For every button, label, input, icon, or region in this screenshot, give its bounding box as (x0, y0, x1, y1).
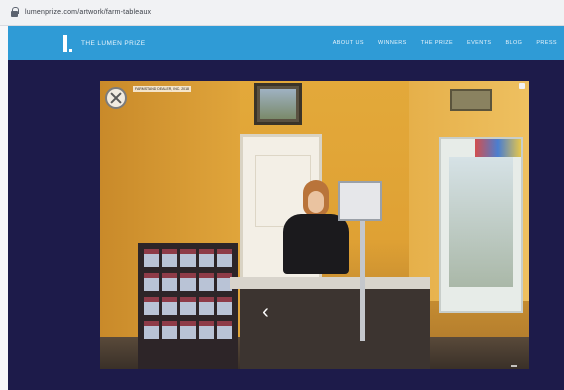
scene-counter-top (230, 277, 430, 289)
navigate-back-arrow-icon[interactable]: ‹ (249, 302, 282, 322)
scene-framed-picture (254, 83, 302, 125)
compass-icon[interactable] (105, 87, 127, 109)
main-menu: ABOUT US WINNERS THE PRIZE EVENTS BLOG P… (326, 40, 564, 46)
fullscreen-icon[interactable] (519, 83, 525, 89)
nav-item-press[interactable]: PRESS (529, 40, 564, 46)
scene-stand-pole (360, 221, 365, 341)
panorama-viewer[interactable]: FARMSTAND DEALER, INC. 2018 ‹ (100, 81, 529, 369)
nav-item-the-prize[interactable]: THE PRIZE (414, 40, 460, 46)
panorama-label: FARMSTAND DEALER, INC. 2018 (133, 86, 192, 92)
scene-person-face (308, 191, 324, 213)
scene-counter (240, 281, 430, 369)
browser-address-bar[interactable]: lumenprize.com/artwork/farm-tableaux (0, 0, 564, 26)
site-header: THE LUMEN PRIZE ABOUT US WINNERS THE PRI… (8, 26, 564, 60)
nav-item-about[interactable]: ABOUT US (326, 40, 371, 46)
url-text[interactable]: lumenprize.com/artwork/farm-tableaux (25, 9, 151, 16)
viewer-watermark (511, 365, 517, 367)
site-brand[interactable]: THE LUMEN PRIZE (81, 40, 146, 47)
lock-icon (10, 7, 19, 18)
scene-tablet-screen (338, 181, 382, 221)
nav-item-events[interactable]: EVENTS (460, 40, 498, 46)
site-logo-icon[interactable] (63, 34, 72, 52)
scene-small-frame (450, 89, 492, 111)
scene-person-body (283, 214, 349, 274)
nav-item-blog[interactable]: BLOG (498, 40, 529, 46)
nav-item-winners[interactable]: WINNERS (371, 40, 414, 46)
scene-fridge-sign (475, 139, 521, 157)
scene-shelf-rack (138, 243, 238, 369)
scene-fridge (439, 137, 523, 313)
